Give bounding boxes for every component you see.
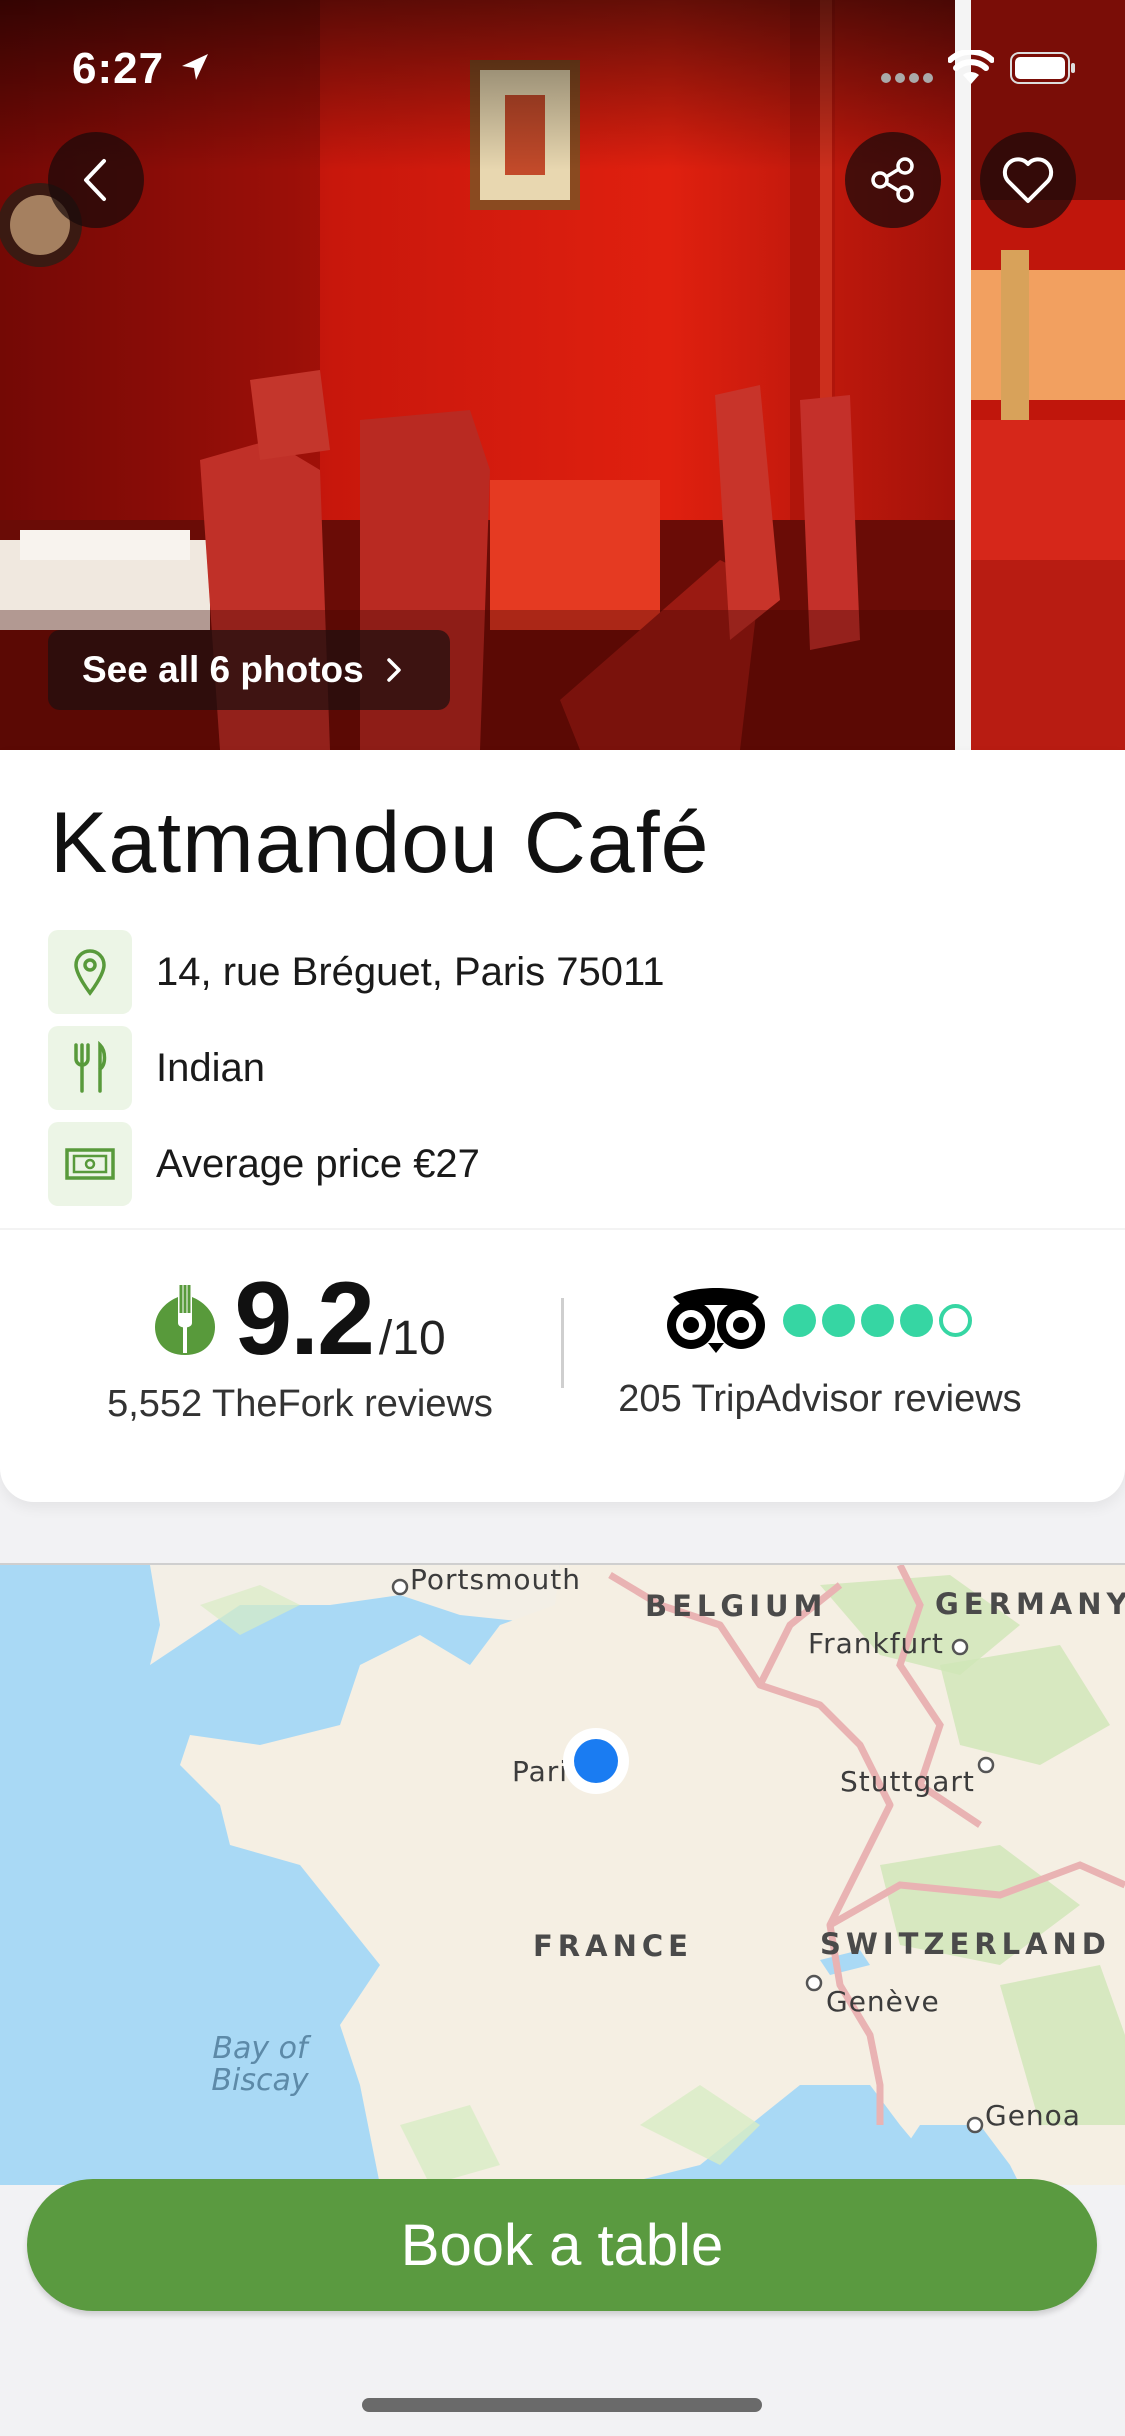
banknote-icon: [65, 1148, 115, 1180]
map-label-germany: GERMANY: [935, 1587, 1125, 1621]
map-label-frankfurt: Frankfurt: [808, 1627, 944, 1660]
share-button[interactable]: [845, 132, 941, 228]
rating-bubble-empty: [938, 1303, 972, 1337]
battery-icon: [1010, 52, 1075, 84]
map-label-bay-of-biscay: Bay of Biscay: [211, 2031, 309, 2098]
rating-divider: [561, 1298, 564, 1388]
cuisine-text: Indian: [156, 1045, 265, 1090]
rating-bubble-filled: [821, 1303, 855, 1337]
address-row[interactable]: 14, rue Bréguet, Paris 75011: [48, 930, 664, 1014]
see-all-photos-button[interactable]: See all 6 photos: [48, 630, 450, 710]
book-table-label: Book a table: [400, 2212, 724, 2278]
location-map[interactable]: Portsmouth BELGIUM GERMANY Frankfurt Par…: [0, 1563, 1125, 2185]
wifi-icon: [948, 50, 994, 84]
map-label-geneve: Genève: [826, 1985, 940, 2018]
price-icon-box: [48, 1122, 132, 1206]
tripadvisor-reviews-count: 205 TripAdvisor reviews: [618, 1378, 1022, 1420]
share-icon: [871, 157, 914, 203]
heart-icon: [1002, 157, 1054, 203]
chevron-right-icon: [386, 658, 401, 682]
tripadvisor-score-row: [590, 1270, 1050, 1370]
thefork-reviews-count: 5,552 TheFork reviews: [107, 1383, 493, 1425]
cuisine-row: Indian: [48, 1026, 265, 1110]
price-row: Average price €27: [48, 1122, 480, 1206]
tripadvisor-bubbles: [782, 1303, 978, 1337]
map-background: [0, 1565, 1125, 2185]
fork-knife-icon: [74, 1041, 107, 1093]
book-table-button[interactable]: Book a table: [27, 2179, 1097, 2311]
map-pin-icon: [74, 949, 106, 996]
thefork-score-denominator: /10: [378, 1312, 446, 1365]
thefork-rating[interactable]: 9.2 /10 5,552 TheFork reviews: [60, 1260, 540, 1426]
chevron-left-icon: [84, 159, 106, 201]
map-label-stuttgart: Stuttgart: [840, 1765, 975, 1798]
rating-bubble-filled: [860, 1303, 894, 1337]
location-icon-box: [48, 930, 132, 1014]
price-text: Average price €27: [156, 1141, 480, 1186]
map-label-france: FRANCE: [533, 1929, 693, 1963]
thefork-score: 9.2: [234, 1261, 375, 1377]
back-button[interactable]: [48, 132, 144, 228]
map-label-genoa: Genoa: [985, 2099, 1081, 2132]
map-label-belgium: BELGIUM: [645, 1589, 828, 1623]
address-text: 14, rue Bréguet, Paris 75011: [156, 949, 665, 994]
restaurant-location-marker[interactable]: [560, 1725, 632, 1797]
status-bar: 6:27: [0, 0, 1125, 140]
cellular-signal-icon: [881, 73, 933, 83]
home-indicator: [362, 2398, 762, 2412]
favorite-button[interactable]: [980, 132, 1076, 228]
cuisine-icon-box: [48, 1026, 132, 1110]
tripadvisor-owl-icon: [666, 1288, 765, 1353]
restaurant-info-card: Katmandou Café 14, rue Bréguet, Paris 75…: [0, 750, 1125, 1502]
rating-bubble-filled: [782, 1303, 816, 1337]
section-divider: [0, 1228, 1125, 1230]
thefork-logo-icon: [155, 1284, 216, 1355]
restaurant-name: Katmandou Café: [50, 795, 710, 891]
rating-bubble-filled: [899, 1303, 933, 1337]
tripadvisor-rating[interactable]: 205 TripAdvisor reviews: [590, 1270, 1050, 1421]
thefork-score-row: 9.2 /10: [60, 1260, 540, 1379]
map-label-portsmouth: Portsmouth: [410, 1563, 581, 1596]
location-arrow-icon: [182, 54, 208, 80]
map-label-switzerland: SWITZERLAND: [820, 1927, 1111, 1961]
photo-gallery[interactable]: 6:27 See all 6 photos: [0, 0, 1125, 750]
status-time: 6:27: [72, 44, 165, 93]
see-all-photos-label: See all 6 photos: [82, 649, 364, 690]
